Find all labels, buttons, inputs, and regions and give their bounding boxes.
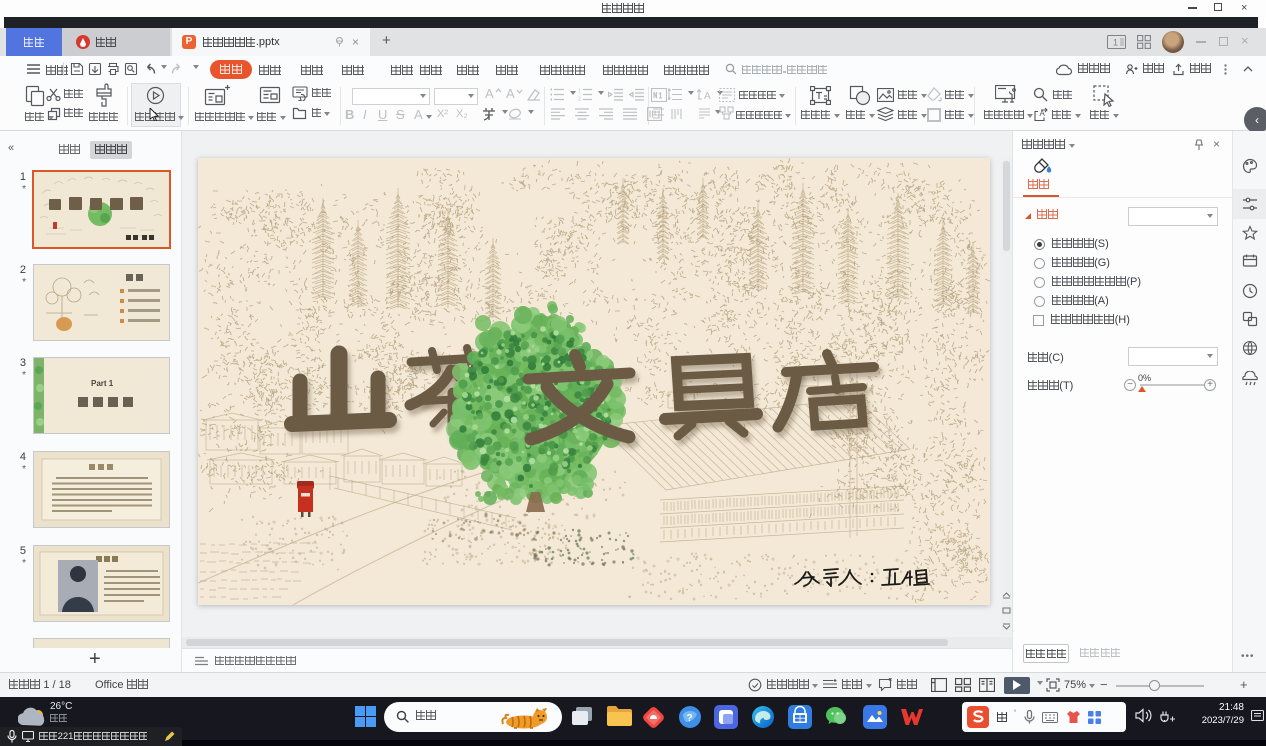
svg-text:?: ? bbox=[687, 713, 693, 724]
svg-text:A: A bbox=[704, 91, 711, 101]
svg-text:1: 1 bbox=[1113, 38, 1118, 48]
svg-text:Part 1: Part 1 bbox=[91, 379, 114, 388]
